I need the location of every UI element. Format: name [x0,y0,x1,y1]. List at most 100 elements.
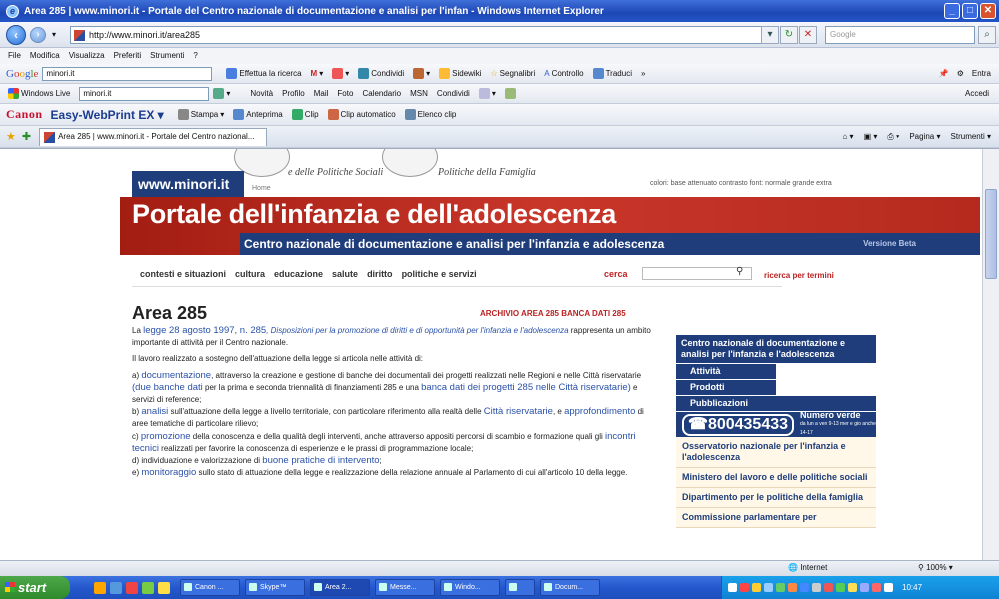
back-arrow-icon[interactable]: ‹ [6,25,26,45]
segnalibri-button[interactable]: ☆ Segnalibri [490,69,535,78]
zoom-level[interactable]: ⚲ 100% ▾ [918,563,953,572]
tray-icon-4[interactable] [764,583,773,592]
documentazione-link[interactable]: documentazione [141,370,211,381]
close-icon[interactable]: ✕ [980,3,996,19]
live-msn[interactable]: MSN [410,89,428,98]
live-calendario[interactable]: Calendario [362,89,401,98]
task-skype[interactable]: Skype™ [245,579,305,596]
canon-elenco-clip-button[interactable]: Elenco clip [404,109,456,120]
nav-educazione[interactable]: educazione [274,269,323,279]
security-zone[interactable]: 🌐 Internet [788,563,827,572]
live-novita[interactable]: Novità [250,89,273,98]
controllo-button[interactable]: A Controllo [544,69,583,78]
sidebar-link-commissione[interactable]: Commissione parlamentare per [676,508,876,528]
search-icon[interactable]: ⌕ [978,26,996,44]
menu-visualizza[interactable]: Visualizza [69,48,105,64]
minimize-icon[interactable]: _ [944,3,960,19]
buone-pratiche-link[interactable]: buone pratiche di intervento [262,455,379,466]
accessibility-options[interactable]: colori: base attenuato contrasto font: n… [650,180,832,187]
strumenti-menu[interactable]: Strumenti ▾ [951,132,991,141]
tray-icon-6[interactable] [788,583,797,592]
due-banche-dati-link[interactable]: (due banche dati [132,382,203,393]
sidebar-item-prodotti[interactable]: Prodotti [676,379,776,395]
menu-preferiti[interactable]: Preferiti [114,48,142,64]
tray-icon-1[interactable] [728,583,737,592]
sidebar-link-dipartimento[interactable]: Dipartimento per le politiche della fami… [676,488,876,508]
live-pencil-button[interactable] [504,88,516,99]
google-misc-button[interactable]: ▾ [332,68,349,79]
add-favorites-icon[interactable]: ✚ [22,130,31,143]
history-dropdown-icon[interactable]: ▾ [52,30,56,39]
quicklaunch-icon-2[interactable] [110,581,122,594]
pin-icon[interactable]: 📌 [939,69,949,78]
canon-anteprima-button[interactable]: Anteprima [233,109,283,120]
task-documents[interactable]: Docum... [540,579,600,596]
scrollbar-thumb[interactable] [985,189,997,279]
live-extra-button[interactable]: ▾ [478,88,496,99]
tray-icon-5[interactable] [776,583,785,592]
feeds-icon[interactable]: ▣ ▾ [864,132,878,141]
url-input[interactable]: http://www.minori.it/area285 [70,26,777,44]
home-icon[interactable]: ⌂ ▾ [842,132,853,141]
canon-clip-auto-button[interactable]: Clip automatico [327,109,396,120]
promozione-link[interactable]: promozione [141,431,191,442]
refresh-icon[interactable]: ↻ [780,26,798,44]
task-area-285[interactable]: Area 2... [310,579,370,596]
wrench-icon[interactable]: ⚙ [957,69,964,78]
signin-link[interactable]: Entra [972,69,991,78]
live-search-input[interactable]: minori.it [79,86,210,101]
analisi-link[interactable]: analisi [141,406,168,417]
nav-cultura[interactable]: cultura [235,269,265,279]
canon-clip-button[interactable]: Clip [291,109,319,120]
sidebar-link-ministero[interactable]: Ministero del lavoro e delle politiche s… [676,468,876,488]
menu-strumenti[interactable]: Strumenti [150,48,184,64]
tray-icon-10[interactable] [836,583,845,592]
live-mail[interactable]: Mail [314,89,329,98]
favorites-star-icon[interactable]: ★ [6,130,16,143]
citta-riservatarie-link[interactable]: Città riservatarie [484,406,553,417]
live-signin-link[interactable]: Accedi [965,89,989,98]
maximize-icon[interactable]: □ [962,3,978,19]
task-messenger[interactable]: Messe... [375,579,435,596]
canon-stampa-button[interactable]: Stampa ▾ [177,109,224,120]
quicklaunch-icon-1[interactable] [94,581,106,594]
quicklaunch-icon-5[interactable] [158,581,170,594]
vertical-scrollbar[interactable] [982,149,999,560]
nav-politiche[interactable]: politiche e servizi [402,269,477,279]
task-canon[interactable]: Canon ... [180,579,240,596]
archive-links[interactable]: ARCHIVIO AREA 285 BANCA DATI 285 [480,309,626,318]
condividi-button[interactable]: Condividi [358,68,404,79]
google-extra-button[interactable]: ▾ [413,68,430,79]
quicklaunch-icon-4[interactable] [142,581,154,594]
quicklaunch-icon-3[interactable] [126,581,138,594]
print-icon[interactable]: ⎙ ▾ [887,132,899,142]
tray-icon-14[interactable] [884,583,893,592]
forward-arrow-icon[interactable]: › [30,27,46,43]
law-link[interactable]: legge 28 agosto 1997, n. 285 [143,325,266,336]
start-button[interactable]: start [0,576,70,599]
sidebar-header[interactable]: Centro nazionale di documentazione e ana… [676,335,876,363]
tray-icon-9[interactable] [824,583,833,592]
sidebar-link-osservatorio[interactable]: Osservatorio nazionale per l'infanzia e … [676,437,876,468]
google-search-button[interactable]: Effettua la ricerca [226,68,302,79]
monitoraggio-link[interactable]: monitoraggio [141,467,196,478]
gmail-button[interactable]: M ▾ [311,69,324,78]
traduci-button[interactable]: Traduci [592,68,632,79]
tray-icon-13[interactable] [872,583,881,592]
nav-contesti[interactable]: contesti e situazioni [140,269,226,279]
tray-icon-8[interactable] [812,583,821,592]
task-windows[interactable]: Windo... [440,579,500,596]
tray-icon-2[interactable] [740,583,749,592]
site-search-icon[interactable]: ⚲ [736,266,743,277]
easy-webprint-menu[interactable]: Easy-WebPrint EX ▾ [51,108,164,122]
live-profilo[interactable]: Profilo [282,89,305,98]
nav-salute[interactable]: salute [332,269,358,279]
tray-icon-7[interactable] [800,583,809,592]
sidebar-item-pubblicazioni[interactable]: Pubblicazioni [676,395,876,411]
site-tag[interactable]: www.minori.it [132,171,244,197]
live-search-button[interactable]: ▾ [213,88,230,99]
nav-diritto[interactable]: diritto [367,269,393,279]
advanced-search-link[interactable]: ricerca per termini [764,271,834,280]
approfondimento-link[interactable]: approfondimento [564,406,635,417]
live-foto[interactable]: Foto [337,89,353,98]
